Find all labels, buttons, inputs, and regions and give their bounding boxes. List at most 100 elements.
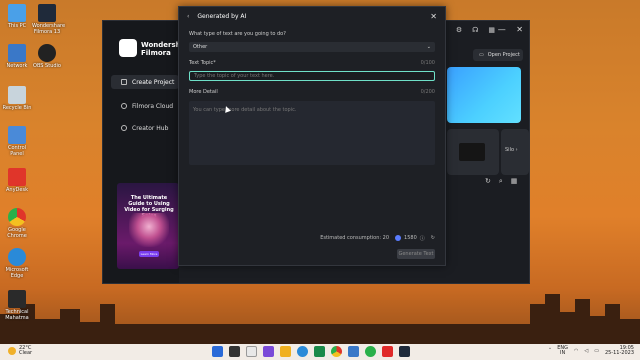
promo-image [129, 213, 169, 247]
dialog-title: Generated by AI [197, 12, 247, 20]
desktop-icon-filmora[interactable]: Wondershare Filmora 13 [32, 4, 66, 35]
detail-char-count: 0/200 [420, 89, 435, 95]
desktop-icon-obs[interactable]: OBS Studio [32, 44, 62, 69]
search-icon[interactable] [229, 346, 240, 357]
info-icon[interactable]: ⓘ [420, 235, 425, 242]
technical-mahatma-icon [8, 290, 26, 308]
text-type-label-row: What type of text are you going to do? [189, 31, 435, 37]
clock-date: 25-11-2023 [604, 350, 634, 356]
anydesk-taskbar-icon[interactable] [382, 346, 393, 357]
desktop-icon-technical-mahatma[interactable]: Technical Mahatma [2, 290, 32, 321]
weather-sun-icon [8, 347, 16, 355]
file-explorer-icon[interactable] [280, 346, 291, 357]
topic-input[interactable]: Type the topic of your text here. [189, 71, 435, 81]
taskbar-apps [212, 346, 410, 357]
weather-widget[interactable]: 22°C Clear [8, 346, 32, 356]
weather-condition: Clear [19, 350, 33, 356]
filmora-sidebar: Wondershare Filmora Create Project Filmo… [103, 21, 194, 283]
credit-balance: 1580 ⓘ [395, 235, 425, 242]
detail-label-row: More Detail 0/200 [189, 89, 435, 95]
whatsapp-icon[interactable] [365, 346, 376, 357]
edge-label: Microsoft Edge [5, 267, 29, 279]
filmora-label: Wondershare Filmora 13 [32, 23, 66, 35]
taskbar: 22°C Clear ˄ ENG IN ◠ ◁ ▭ 19:05 25-11-20… [0, 344, 640, 360]
start-icon[interactable] [212, 346, 223, 357]
system-tray: ˄ ENG IN ◠ ◁ ▭ 19:05 25-11-2023 [549, 346, 634, 356]
language-indicator[interactable]: ENG IN [557, 346, 568, 356]
open-project-button[interactable]: ▭ Open Project [473, 49, 523, 61]
support-icon[interactable]: ☊ [472, 26, 478, 34]
settings-icon[interactable]: ⚙ [456, 26, 462, 34]
close-icon[interactable]: ✕ [430, 12, 437, 21]
desktop-icon-control-panel[interactable]: Control Panel [2, 126, 32, 157]
credit-count: 1580 [404, 235, 417, 241]
grid-icon[interactable]: ▦ [488, 26, 495, 34]
desktop-icon-this-pc[interactable]: This PC [2, 4, 32, 29]
this-pc-label: This PC [7, 23, 27, 29]
text-type-select[interactable]: Other ⌄ [189, 42, 435, 52]
credit-icon [395, 235, 402, 241]
volume-icon[interactable]: ◁ [584, 348, 588, 354]
battery-icon[interactable]: ▭ [594, 348, 599, 354]
sidebar-item-filmora-cloud[interactable]: Filmora Cloud [111, 99, 179, 113]
region-code: IN [559, 350, 566, 356]
desktop-icon-chrome[interactable]: Google Chrome [2, 208, 32, 239]
topic-label: Text Topic* [189, 60, 216, 66]
app-icon[interactable] [348, 346, 359, 357]
obs-icon [38, 44, 56, 62]
sidebar-item-create-project[interactable]: Create Project [111, 75, 179, 89]
edge-icon [8, 248, 26, 266]
estimated-consumption: Estimated consumption: 20 [320, 235, 390, 241]
task-view-icon[interactable] [246, 346, 257, 357]
desktop-icon-edge[interactable]: Microsoft Edge [2, 248, 32, 279]
sidebar-item-creator-hub[interactable]: Creator Hub [111, 121, 179, 135]
chat-icon[interactable] [263, 346, 274, 357]
create-project-icon [121, 79, 127, 85]
promo-learn-more-button[interactable]: Learn More [139, 251, 159, 257]
hero-banner[interactable] [447, 67, 521, 123]
window-controls: — ✕ [498, 25, 523, 34]
tray-chevron-up-icon[interactable]: ˄ [549, 348, 552, 354]
clock[interactable]: 19:05 25-11-2023 [605, 346, 634, 356]
chrome-icon [8, 208, 26, 226]
refresh-icon[interactable]: ↻ [485, 177, 491, 186]
chrome-label: Google Chrome [7, 227, 27, 239]
generate-ai-dialog: ‹ Generated by AI ✕ What type of text ar… [178, 6, 446, 266]
search-icon[interactable]: ⌕ [499, 177, 503, 186]
chrome-taskbar-icon[interactable] [331, 346, 342, 357]
sidebar-item-label: Creator Hub [132, 124, 169, 132]
filmora-logo-icon [119, 39, 137, 57]
edge-taskbar-icon[interactable] [297, 346, 308, 357]
anydesk-icon [8, 168, 26, 186]
dialog-consumption-row: Estimated consumption: 20 1580 ⓘ ↻ [179, 231, 445, 245]
network-label: Network [6, 63, 28, 69]
topic-label-row: Text Topic* 0/100 [189, 60, 435, 66]
desktop-icon-recycle-bin[interactable]: Recycle Bin [2, 86, 32, 111]
project-tools: ↻ ⌕ ▦ [485, 177, 517, 186]
technical-mahatma-label: Technical Mahatma [5, 309, 29, 321]
topic-char-count: 0/100 [420, 60, 435, 66]
folder-icon: ▭ [479, 52, 484, 58]
this-pc-icon [8, 4, 26, 22]
generate-text-button[interactable]: Generate Text [397, 249, 435, 259]
promo-banner[interactable]: The Ultimate Guide to Using Video for Su… [117, 183, 179, 269]
chevron-down-icon: ⌄ [426, 44, 431, 50]
filmora-logo-text: Wondershare Filmora [141, 41, 194, 57]
close-icon[interactable]: ✕ [516, 25, 523, 34]
text-type-label: What type of text are you going to do? [189, 31, 286, 37]
obs-label: OBS Studio [33, 63, 61, 69]
control-panel-label: Control Panel [7, 145, 27, 157]
view-toggle-icon[interactable]: ▦ [511, 177, 518, 186]
back-icon[interactable]: ‹ [187, 13, 189, 20]
filmora-taskbar-icon[interactable] [399, 346, 410, 357]
sidebar-item-label: Filmora Cloud [132, 102, 174, 110]
refresh-credits-icon[interactable]: ↻ [431, 235, 435, 241]
feature-card[interactable] [447, 129, 499, 175]
desktop-icon-anydesk[interactable]: AnyDesk [2, 168, 32, 193]
text-type-value: Other [193, 44, 208, 50]
dialog-header: ‹ Generated by AI ✕ [179, 7, 445, 25]
feature-card-silo[interactable]: Silo › [501, 129, 529, 175]
desktop-icon-network[interactable]: Network [2, 44, 32, 69]
store-icon[interactable] [314, 346, 325, 357]
wifi-icon[interactable]: ◠ [574, 348, 578, 354]
